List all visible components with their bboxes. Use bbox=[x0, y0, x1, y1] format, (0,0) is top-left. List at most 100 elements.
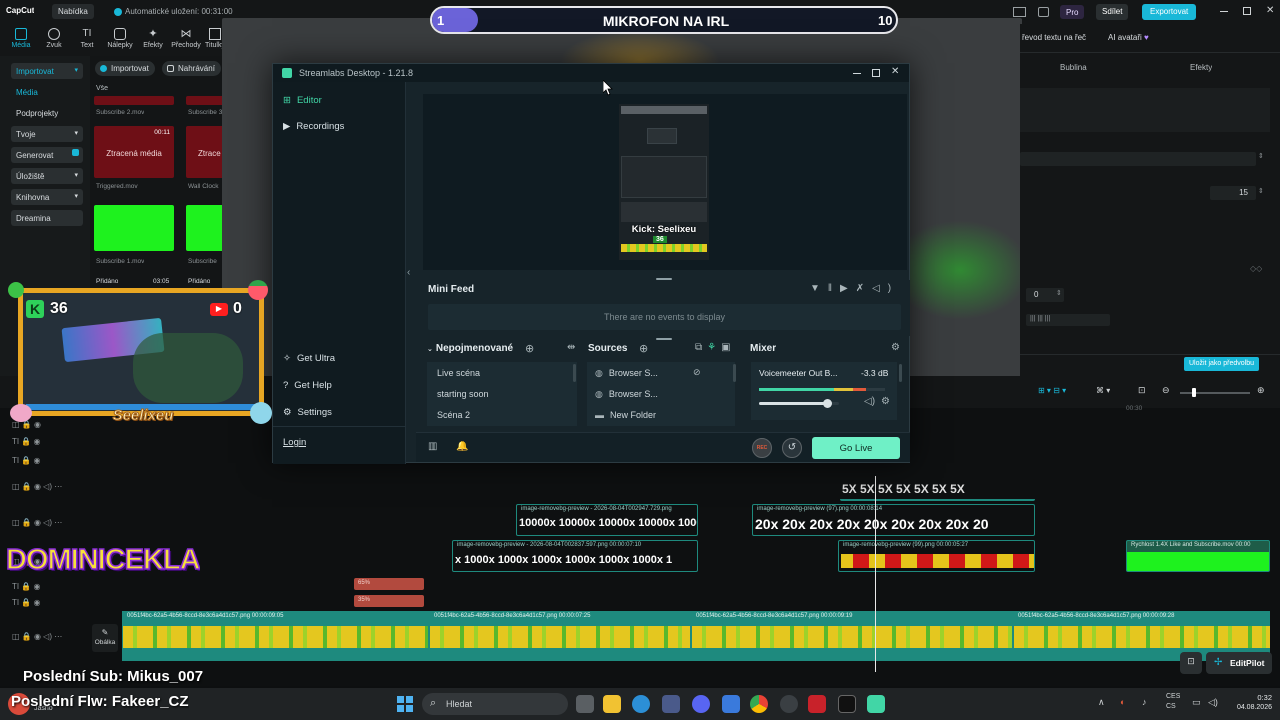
nav-get-help[interactable]: ? Get Help bbox=[283, 380, 332, 391]
minimize-icon[interactable] bbox=[1220, 11, 1228, 12]
stepper-icon[interactable]: ⇕ bbox=[1258, 187, 1264, 195]
track-controls[interactable]: ◫ 🔒 ◉ ◁) ⋯ bbox=[12, 482, 62, 491]
close-icon[interactable]: ✕ bbox=[891, 66, 899, 77]
nav-recordings[interactable]: ▶ Recordings bbox=[283, 121, 344, 132]
nav-import[interactable]: Importovat ▾ bbox=[11, 63, 83, 79]
editpilot-button[interactable]: ✢ EditPilot bbox=[1206, 652, 1273, 674]
stepper-icon[interactable]: ⇕ bbox=[1056, 289, 1062, 297]
nav-editor[interactable]: ⊞ Editor bbox=[283, 95, 322, 106]
volume-icon[interactable]: ◁) bbox=[1208, 697, 1218, 708]
minimize-icon[interactable] bbox=[853, 73, 861, 74]
app-icon[interactable] bbox=[722, 695, 740, 713]
speaker-icon[interactable]: ◁) bbox=[864, 396, 875, 407]
volume-slider[interactable] bbox=[759, 399, 839, 408]
captions-toggle-icon[interactable]: ⊡ bbox=[1180, 652, 1202, 674]
snap-icon[interactable]: ⌘ ▾ bbox=[1096, 386, 1110, 395]
login-link[interactable]: Login bbox=[283, 437, 306, 448]
discord-icon[interactable] bbox=[692, 695, 710, 713]
clock-time[interactable]: 0:32 bbox=[1240, 693, 1272, 702]
close-icon[interactable]: ✕ bbox=[1266, 5, 1274, 16]
tool-text[interactable]: TI Text bbox=[70, 26, 104, 56]
tool-transitions[interactable]: ⋈ Přechody bbox=[169, 26, 203, 56]
source-item[interactable]: ▬ New Folder bbox=[595, 410, 656, 420]
nav-generate[interactable]: Generovat bbox=[11, 147, 83, 163]
gear-icon[interactable]: ⚙ bbox=[891, 342, 900, 353]
preview-axis-icon[interactable]: ⊡ bbox=[1138, 385, 1146, 396]
main-clip[interactable]: 0051f4bc-62a5-4b56-8ccd-8e3c6a4d1c57.png… bbox=[430, 612, 690, 660]
zoom-slider[interactable] bbox=[1180, 392, 1250, 394]
app-icon[interactable] bbox=[780, 695, 798, 713]
collapse-sidebar-icon[interactable]: ‹ bbox=[407, 267, 410, 278]
record-button[interactable]: REC bbox=[752, 438, 772, 458]
pro-button[interactable]: Pro bbox=[1060, 5, 1085, 19]
nav-storage[interactable]: Úložiště ▾ bbox=[11, 168, 83, 184]
zoom-out-icon[interactable]: ⊖ bbox=[1162, 385, 1170, 396]
tray-chevron-icon[interactable]: ∧ bbox=[1098, 697, 1105, 708]
windows-start-icon[interactable] bbox=[396, 695, 414, 713]
speech-to-text-tab[interactable]: řevod textu na řeč bbox=[1022, 33, 1086, 42]
tool-media[interactable]: Média bbox=[4, 26, 38, 56]
taskbar-search[interactable]: ⌕ Hledat bbox=[422, 693, 568, 715]
replay-buffer-button[interactable]: ↺ bbox=[782, 438, 802, 458]
zoom-in-icon[interactable]: ⊕ bbox=[1257, 385, 1265, 396]
track-controls[interactable]: ◫ 🔒 ◉ ◁) ⋯ bbox=[12, 632, 62, 641]
share-button[interactable]: Sdílet bbox=[1096, 4, 1129, 20]
playhead[interactable] bbox=[875, 476, 876, 672]
maximize-icon[interactable] bbox=[872, 69, 880, 77]
link-icon[interactable]: ⊞ ▾ ⊟ ▾ bbox=[1038, 386, 1066, 395]
source-item[interactable]: ◍ Browser S... bbox=[595, 389, 658, 400]
tool-stickers[interactable]: Nálepky bbox=[103, 26, 137, 56]
scene-transition-icon[interactable]: ⇹ bbox=[567, 342, 575, 353]
language-top[interactable]: CES bbox=[1166, 693, 1180, 700]
add-scene-icon[interactable]: ⊕ bbox=[525, 342, 534, 355]
scene-item[interactable]: Live scéna bbox=[437, 368, 480, 378]
track-controls[interactable]: TI 🔒 ◉ bbox=[12, 598, 41, 607]
nav-get-ultra[interactable]: ✧ Get Ultra bbox=[283, 353, 335, 364]
visibility-hidden-icon[interactable]: ⊘ bbox=[693, 367, 701, 378]
tray-app-icon[interactable]: ◐ bbox=[1120, 697, 1125, 707]
align-buttons[interactable]: ||| ||| ||| bbox=[1026, 314, 1110, 326]
nav-subprojects[interactable]: Podprojekty bbox=[11, 105, 83, 121]
upload-button[interactable]: Nahrávání bbox=[162, 61, 221, 76]
gear-icon[interactable]: ⚙ bbox=[881, 396, 890, 407]
media-thumb-triggered[interactable]: 00:11 Ztracená média bbox=[94, 126, 174, 178]
font-select[interactable] bbox=[1020, 152, 1256, 166]
nav-library[interactable]: Knihovna ▾ bbox=[11, 189, 83, 205]
ai-avatars-tab[interactable]: AI avataři ♥ bbox=[1108, 33, 1149, 42]
nav-yours[interactable]: Tvoje ▾ bbox=[11, 126, 83, 142]
add-source-icon[interactable]: ⊕ bbox=[639, 342, 648, 355]
chrome-icon[interactable] bbox=[750, 695, 768, 713]
font-size-input[interactable]: 15 bbox=[1210, 186, 1256, 200]
scene-collection-title[interactable]: ⌄ Nepojmenované bbox=[427, 343, 513, 354]
task-view-icon[interactable] bbox=[576, 695, 594, 713]
store-icon[interactable] bbox=[662, 695, 680, 713]
track-controls[interactable]: TI 🔒 ◉ bbox=[12, 437, 41, 446]
volume-slider-handle[interactable] bbox=[823, 399, 832, 408]
nav-settings[interactable]: ⚙ Settings bbox=[283, 407, 332, 418]
menu-dropdown[interactable]: Nabídka bbox=[52, 4, 94, 19]
shortcut-icon[interactable] bbox=[1038, 7, 1049, 17]
volume-clip[interactable]: 65% bbox=[354, 578, 424, 590]
timeline-clip[interactable]: image-removebg-preview - 2026-08-04T0029… bbox=[516, 504, 698, 536]
timeline-clip[interactable]: image-removebg-preview (99).png 00:00:05… bbox=[838, 540, 1035, 572]
media-thumb-subscribe1[interactable] bbox=[94, 205, 174, 251]
stats-icon[interactable]: ▥ bbox=[428, 441, 437, 452]
tab-bubble[interactable]: Bublina bbox=[1060, 63, 1087, 72]
scene-item[interactable]: Scéna 2 bbox=[437, 410, 470, 420]
timeline-clip[interactable]: image-removebg-preview - 2026-08-04T0028… bbox=[452, 540, 698, 572]
track-controls[interactable]: TI 🔒 ◉ bbox=[12, 456, 41, 465]
volume-clip[interactable]: 35% bbox=[354, 595, 424, 607]
timeline-clip[interactable]: Rychlost 1.4X Like and Subscribe.mov 00:… bbox=[1126, 540, 1270, 572]
keyframe-icon[interactable]: ◇◇ bbox=[1250, 264, 1262, 273]
source-item[interactable]: ◍ Browser S... bbox=[595, 368, 658, 379]
cover-button[interactable]: ✎ Obálka bbox=[92, 624, 118, 652]
network-icon[interactable]: ▭ bbox=[1192, 697, 1201, 708]
scrollbar[interactable] bbox=[573, 364, 576, 382]
track-controls[interactable]: ◫ 🔒 ◉ ◁) ⋯ bbox=[12, 518, 62, 527]
edge-icon[interactable] bbox=[632, 695, 650, 713]
tool-audio[interactable]: Zvuk bbox=[37, 26, 71, 56]
scrollbar[interactable] bbox=[899, 364, 902, 382]
media-thumb-subscribe2[interactable] bbox=[94, 96, 174, 105]
nav-media[interactable]: Média bbox=[11, 84, 83, 100]
capcut-taskbar-icon[interactable] bbox=[838, 695, 856, 713]
